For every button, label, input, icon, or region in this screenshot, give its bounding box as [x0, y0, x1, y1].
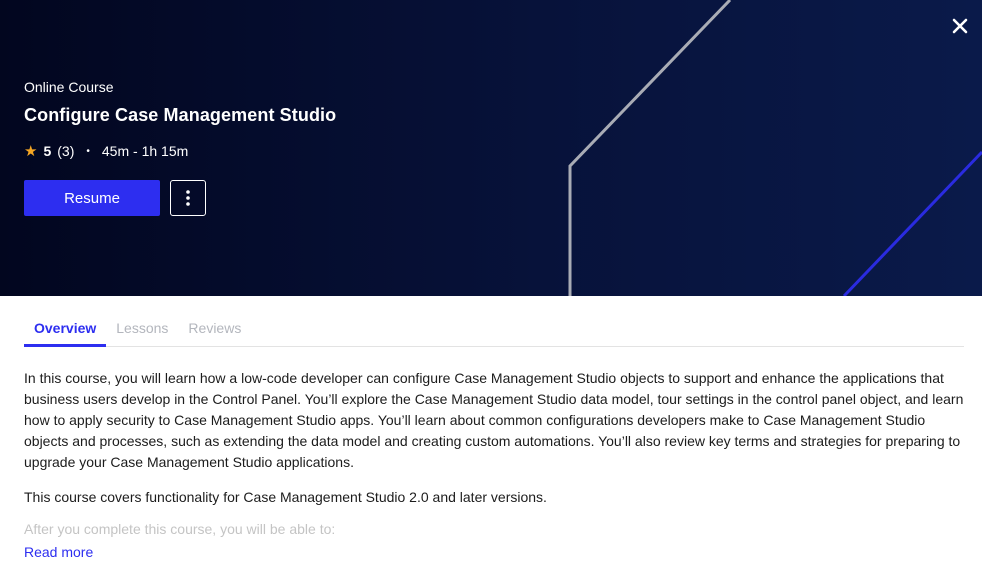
- tab-lessons[interactable]: Lessons: [106, 316, 178, 347]
- separator-dot: •: [86, 145, 90, 157]
- tab-overview[interactable]: Overview: [24, 316, 107, 347]
- course-duration: 45m - 1h 15m: [101, 143, 189, 159]
- course-type: Online Course: [24, 79, 114, 95]
- overview-content: In this course, you will learn how a low…: [24, 368, 964, 538]
- course-hero: Online Course Configure Case Management …: [0, 0, 982, 296]
- star-icon: ★: [24, 143, 38, 160]
- close-button[interactable]: [948, 14, 972, 38]
- overview-paragraph-faded: After you complete this course, you will…: [24, 522, 336, 537]
- course-meta: ★ 5 (3) • 45m - 1h 15m: [24, 142, 188, 160]
- resume-button[interactable]: Resume: [24, 180, 160, 216]
- overview-paragraph: This course covers functionality for Cas…: [24, 489, 547, 505]
- tab-reviews[interactable]: Reviews: [178, 316, 251, 347]
- read-more-link[interactable]: Read more: [24, 544, 93, 560]
- close-icon: [952, 18, 968, 34]
- more-options-button[interactable]: [170, 180, 206, 216]
- course-tabs: Overview Lessons Reviews: [24, 316, 964, 347]
- rating-value: 5: [43, 143, 52, 159]
- course-title: Configure Case Management Studio: [24, 105, 337, 125]
- overview-paragraph: In this course, you will learn how a low…: [24, 370, 964, 470]
- rating-count: (3): [57, 143, 75, 159]
- more-vertical-icon: [186, 190, 190, 206]
